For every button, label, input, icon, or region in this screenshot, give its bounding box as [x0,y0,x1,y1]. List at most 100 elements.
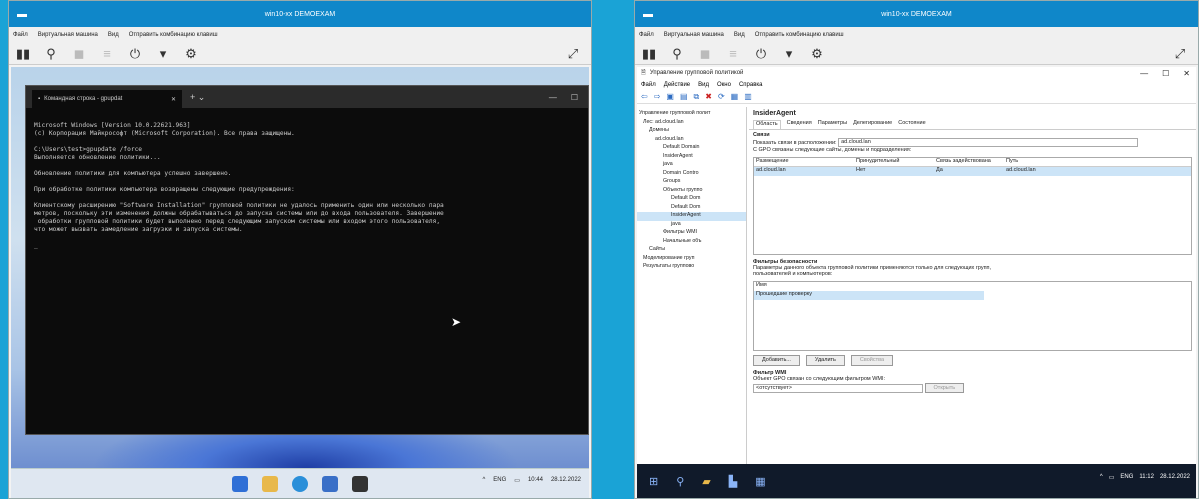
minimize-icon[interactable]: — [549,93,557,102]
chevron-down-icon[interactable]: ▾ [781,46,797,62]
explorer-icon[interactable]: ▰ [702,475,710,488]
gpmc-menu-action[interactable]: Действие [664,82,690,88]
settings-icon[interactable]: ⚙ [183,46,199,62]
gpmc-menu-file[interactable]: Файл [641,82,656,88]
gpmc-taskbar-icon[interactable]: ▦ [755,475,765,488]
remove-button[interactable]: Удалить [805,355,845,366]
tray-chevron-icon[interactable]: ^ [1100,474,1103,481]
tray-time[interactable]: 11:12 [1139,474,1154,481]
col-location[interactable]: Размещение [756,158,856,166]
tree-item[interactable]: Сайты [637,246,746,255]
gpmc-menu-view[interactable]: Вид [698,82,709,88]
tray-date[interactable]: 28.12.2022 [1160,474,1190,481]
system-menu-icon[interactable]: ▬ [643,9,653,20]
pause-icon[interactable]: ▮▮ [641,46,657,62]
forward-icon[interactable]: ⇨ [654,92,661,101]
tab-details[interactable]: Сведения [787,120,812,129]
properties-button[interactable]: Свойства [850,355,894,366]
tab-settings[interactable]: Параметры [818,120,847,129]
snapshot-icon[interactable]: ⚲ [43,46,59,62]
new-tab-icon[interactable]: + ⌄ [190,92,205,103]
tree-item[interactable]: Лес: ad.cloud.lan [637,119,746,128]
tree-item[interactable]: Управление групповой полит [637,110,746,119]
tray-lang[interactable]: ENG [1120,474,1133,481]
tree-item[interactable]: Groups [637,178,746,187]
fullscreen-icon[interactable]: ⤢ [1172,46,1188,62]
chevron-down-icon[interactable]: ▾ [155,46,171,62]
show-tree-icon[interactable]: ▤ [680,92,688,101]
tree-item-selected[interactable]: InsiderAgent [637,212,746,221]
terminal-output[interactable]: Microsoft Windows [Version 10.0.22621.96… [26,108,588,272]
gpmc-menu-help[interactable]: Справка [739,82,763,88]
delete-icon[interactable]: ✖ [705,92,712,101]
tree-item[interactable]: java [637,161,746,170]
store-icon[interactable] [322,475,338,492]
fullscreen-icon[interactable]: ⤢ [565,46,581,62]
menu-file[interactable]: Файл [639,32,654,38]
add-button[interactable]: Добавить... [753,355,800,366]
close-icon[interactable]: ✕ [1183,69,1190,78]
menu-send-keys[interactable]: Отправить комбинацию клавиш [129,32,218,38]
menu-file[interactable]: Файл [13,32,28,38]
start-icon[interactable] [232,475,248,492]
edge-icon[interactable] [292,475,308,492]
tree-item[interactable]: Моделирование груп [637,255,746,264]
power-icon[interactable]: ⏻ [127,46,143,62]
network-icon[interactable]: ▭ [1109,474,1115,481]
system-menu-icon[interactable]: ▬ [17,9,27,20]
menu-vm[interactable]: Виртуальная машина [38,32,98,38]
terminal-taskbar-icon[interactable] [352,475,368,492]
menu-view[interactable]: Вид [108,32,119,38]
wmi-filter-combo[interactable]: <отсутствует> [753,384,923,393]
tray-date[interactable]: 28.12.2022 [551,477,581,484]
tree-item[interactable]: Домены [637,127,746,136]
close-tab-icon[interactable]: ✕ [171,96,176,103]
tab-status[interactable]: Состояние [898,120,925,129]
tab-scope[interactable]: Область [753,120,781,129]
stop-icon[interactable]: ◼ [71,46,87,62]
refresh-icon[interactable]: ⟳ [718,92,725,101]
tab-delegation[interactable]: Делегирование [853,120,892,129]
tray-lang[interactable]: ENG [493,477,506,484]
tree-item[interactable]: Default Domain [637,144,746,153]
tray-time[interactable]: 10:44 [528,477,543,484]
menu-vm[interactable]: Виртуальная машина [664,32,724,38]
list-header[interactable]: Имя [754,282,1191,291]
tree-item[interactable]: Начальные объ [637,238,746,247]
stop-icon[interactable]: ◼ [697,46,713,62]
revert-icon[interactable]: ≡ [725,46,741,61]
snapshot-icon[interactable]: ⚲ [669,46,685,62]
open-wmi-button[interactable]: Открыть [924,383,965,393]
explorer-icon[interactable] [262,475,278,492]
col-link-enabled[interactable]: Связь задействована [936,158,1006,166]
tree-item[interactable]: Default Dom [637,195,746,204]
up-icon[interactable]: ▣ [666,92,674,101]
minimize-icon[interactable]: — [1140,69,1148,78]
tree-item[interactable]: Default Dom [637,204,746,213]
revert-icon[interactable]: ≡ [99,46,115,61]
col-path[interactable]: Путь [1006,158,1086,166]
power-icon[interactable]: ⏻ [753,46,769,62]
search-icon[interactable]: ⚲ [676,475,684,488]
tree-item[interactable]: java [637,221,746,230]
table-row[interactable]: ad.cloud.lan Нет Да ad.cloud.lan [754,167,1191,176]
menu-view[interactable]: Вид [734,32,745,38]
help-icon[interactable]: ▦ [731,92,739,101]
terminal-tab[interactable]: ▪ Командная строка - gpupdat ✕ [32,90,182,108]
location-combo[interactable]: ad.cloud.lan [838,138,1139,147]
tree-item[interactable]: Результаты группово [637,263,746,272]
start-icon[interactable]: ⊞ [649,475,658,488]
maximize-icon[interactable]: ☐ [571,93,578,102]
tray-chevron-icon[interactable]: ^ [482,477,485,484]
tree-item[interactable]: Domain Contro [637,170,746,179]
col-enforced[interactable]: Принудительный [856,158,936,166]
tree-item[interactable]: Фильтры WMI [637,229,746,238]
menu-send-keys[interactable]: Отправить комбинацию клавиш [755,32,844,38]
pause-icon[interactable]: ▮▮ [15,46,31,62]
settings-icon[interactable]: ⚙ [809,46,825,62]
list-item[interactable]: Прошедшие проверку [754,291,984,300]
properties-icon[interactable]: ▥ [744,92,752,101]
maximize-icon[interactable]: ☐ [1162,69,1169,78]
tree-item[interactable]: ad.cloud.lan [637,136,746,145]
tree-item[interactable]: InsiderAgent [637,153,746,162]
